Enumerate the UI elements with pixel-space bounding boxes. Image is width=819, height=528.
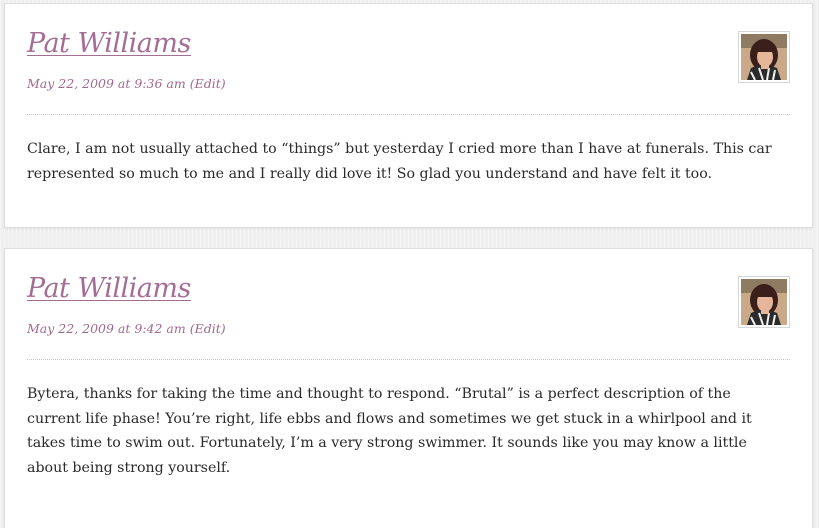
comment-author-link[interactable]: Pat Williams	[27, 30, 191, 57]
comment-card: Pat Williams May 22, 2009 at 9:36 am (Ed…	[4, 3, 813, 228]
avatar[interactable]	[738, 276, 790, 328]
comment-divider	[27, 359, 790, 360]
user-avatar-photo-icon	[741, 34, 787, 80]
comment-author-link[interactable]: Pat Williams	[27, 275, 191, 302]
avatar[interactable]	[738, 31, 790, 83]
comment-divider	[27, 114, 790, 115]
comment-meta: May 22, 2009 at 9:42 am (Edit)	[27, 321, 226, 336]
edit-link[interactable]: (Edit)	[190, 321, 226, 336]
comment-text: Clare, I am not usually attached to “thi…	[27, 141, 772, 182]
comment-date-link[interactable]: May 22, 2009 at 9:36 am	[27, 76, 186, 91]
comment-card: Pat Williams May 22, 2009 at 9:42 am (Ed…	[4, 248, 813, 528]
user-avatar-photo-icon	[741, 279, 787, 325]
comment-meta: May 22, 2009 at 9:36 am (Edit)	[27, 76, 226, 91]
comment-date-link[interactable]: May 22, 2009 at 9:42 am	[27, 321, 186, 336]
edit-link[interactable]: (Edit)	[190, 76, 226, 91]
comment-text: Bytera, thanks for taking the time and t…	[27, 386, 752, 476]
